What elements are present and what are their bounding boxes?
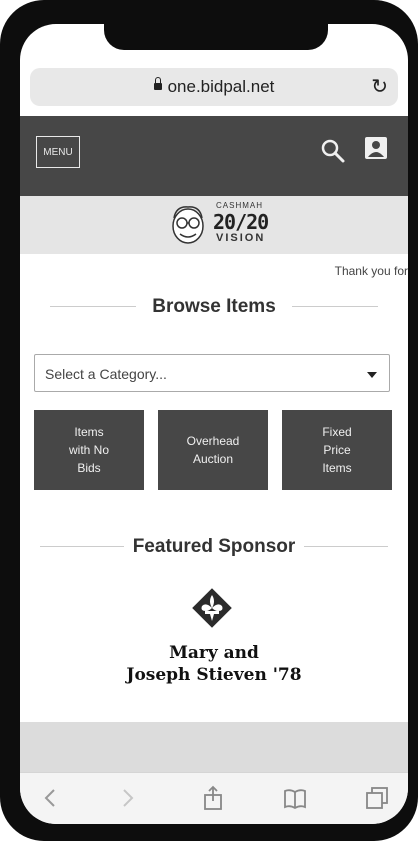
address-bar[interactable]: one.bidpal.net ↻ — [30, 68, 398, 106]
back-icon[interactable] — [38, 785, 64, 811]
tile-fixed-price-items[interactable]: Fixed Price Items — [282, 410, 392, 490]
url-text: one.bidpal.net — [167, 77, 275, 96]
menu-button[interactable]: MENU — [36, 136, 80, 168]
face-logo-icon — [172, 206, 204, 244]
scrolling-ticker: Thank you for — [334, 264, 408, 278]
sponsor-name: Mary and Joseph Stieven '78 — [126, 643, 302, 685]
reload-icon[interactable]: ↻ — [371, 74, 388, 99]
tile-label: Items with No Bids — [68, 425, 109, 475]
forward-icon[interactable] — [114, 785, 140, 811]
featured-sponsor-heading: Featured Sponsor — [20, 532, 408, 562]
user-icon[interactable] — [364, 136, 388, 160]
phone-notch — [104, 24, 328, 50]
logo-2020-text: 20/20 — [213, 210, 269, 234]
tabs-icon[interactable] — [364, 785, 390, 811]
search-icon[interactable] — [320, 138, 346, 164]
browse-items-heading: Browse Items — [20, 292, 408, 322]
url-display: one.bidpal.net — [30, 77, 398, 97]
site-navbar: MENU — [20, 116, 408, 196]
logo-vision-text: VISION — [216, 232, 266, 244]
screen: one.bidpal.net ↻ MENU CASHMAH 20/20 VISI… — [20, 24, 408, 824]
logo-cash-text: CASHMAH — [216, 201, 264, 210]
tile-label: Fixed Price Items — [322, 425, 352, 475]
chevron-down-icon — [367, 372, 377, 378]
tile-items-with-no-bids[interactable]: Items with No Bids — [34, 410, 144, 490]
featured-sponsor-title: Featured Sponsor — [132, 536, 296, 557]
tile-label: Overhead Auction — [186, 434, 240, 466]
tile-overhead-auction[interactable]: Overhead Auction — [158, 410, 268, 490]
fleur-de-lis-icon — [192, 588, 232, 628]
category-select-value: Select a Category... — [45, 366, 167, 382]
phone-frame: one.bidpal.net ↻ MENU CASHMAH 20/20 VISI… — [0, 0, 418, 841]
bookmarks-icon[interactable] — [282, 785, 308, 811]
lock-icon — [153, 77, 162, 91]
event-logo-banner: CASHMAH 20/20 VISION — [20, 196, 408, 254]
category-select[interactable]: Select a Category... — [34, 354, 390, 392]
browse-items-title: Browse Items — [152, 296, 276, 317]
share-icon[interactable] — [200, 785, 226, 811]
footer-band — [20, 722, 408, 772]
browser-toolbar — [20, 772, 408, 824]
